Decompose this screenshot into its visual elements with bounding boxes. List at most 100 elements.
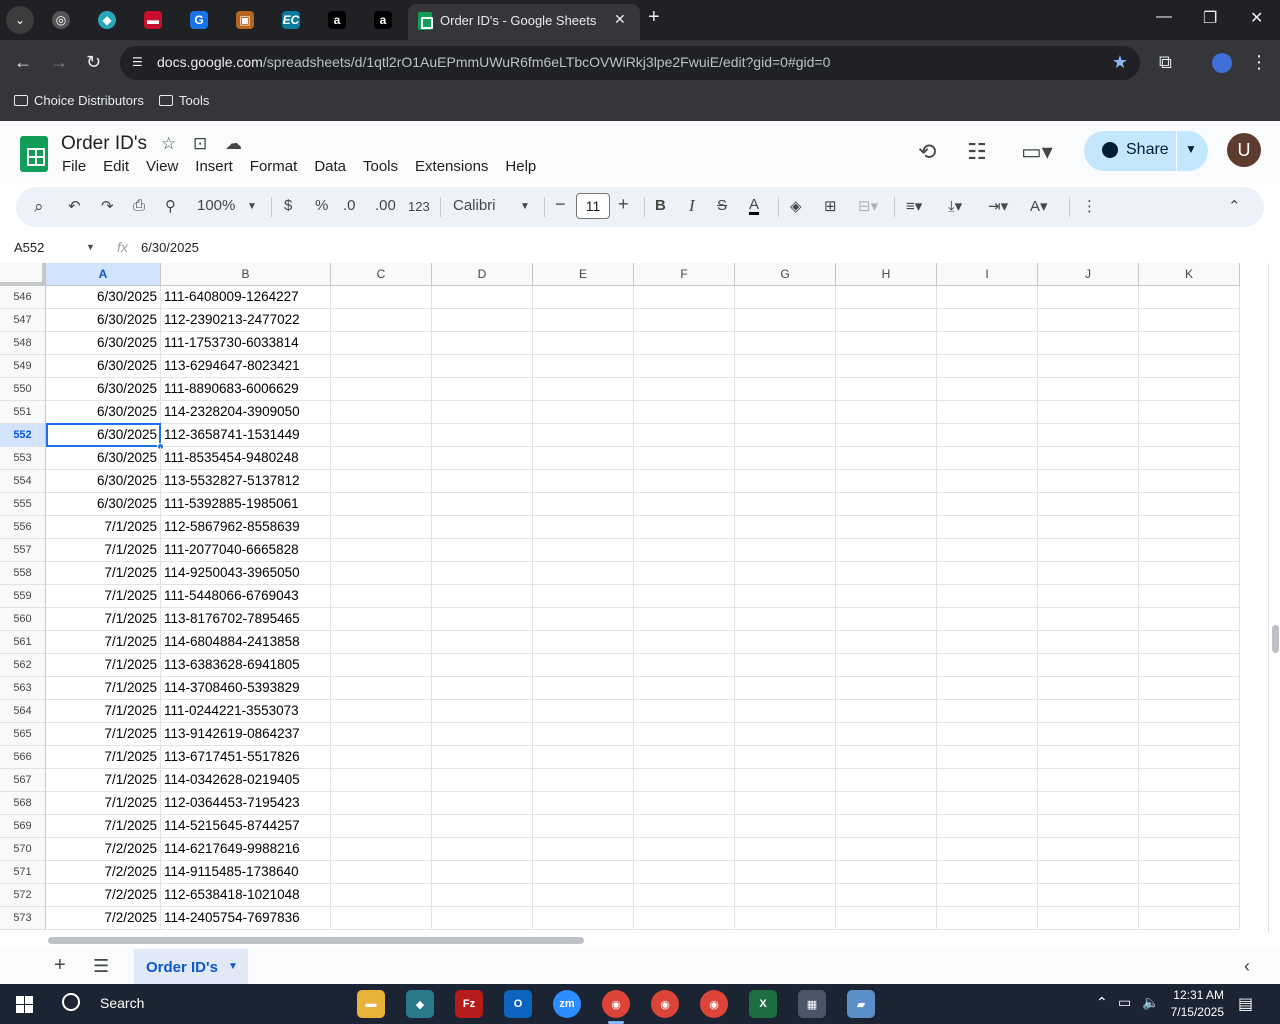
- doc-title[interactable]: Order ID's: [61, 133, 147, 155]
- grid-cell[interactable]: [1038, 700, 1139, 723]
- row-header[interactable]: 560: [0, 608, 46, 631]
- grid-cell[interactable]: [735, 493, 836, 516]
- grid-cell[interactable]: [634, 470, 735, 493]
- calculator-icon[interactable]: ▦: [798, 990, 826, 1018]
- grid-cell[interactable]: [331, 700, 432, 723]
- grid-cell[interactable]: [937, 447, 1038, 470]
- close-window-icon[interactable]: ✕: [1250, 8, 1263, 28]
- taskbar-clock[interactable]: 12:31 AM 7/15/2025: [1158, 987, 1224, 1021]
- grid-cell[interactable]: [432, 792, 533, 815]
- horizontal-align-icon[interactable]: ≡▾: [906, 197, 922, 215]
- chevron-down-icon[interactable]: ▼: [520, 201, 530, 212]
- grid-cell[interactable]: [1139, 861, 1240, 884]
- grid-cell[interactable]: 112-0364453-7195423: [161, 792, 331, 815]
- grid-cell[interactable]: 112-3658741-1531449: [161, 424, 331, 447]
- grid-cell[interactable]: [735, 746, 836, 769]
- decrease-font-size-button[interactable]: −: [555, 194, 566, 215]
- grid-cell[interactable]: 6/30/2025: [46, 309, 161, 332]
- grid-cell[interactable]: [331, 608, 432, 631]
- sheets-logo-icon[interactable]: [20, 136, 48, 172]
- zoom-icon[interactable]: zm: [553, 990, 581, 1018]
- grid-cell[interactable]: 7/1/2025: [46, 769, 161, 792]
- grid-cell[interactable]: [1139, 309, 1240, 332]
- grid-cell[interactable]: [735, 723, 836, 746]
- grid-cell[interactable]: [937, 608, 1038, 631]
- grid-cell[interactable]: [1139, 746, 1240, 769]
- grid-cell[interactable]: 7/1/2025: [46, 562, 161, 585]
- grid-cell[interactable]: 114-9115485-1738640: [161, 861, 331, 884]
- grid-cell[interactable]: [937, 401, 1038, 424]
- grid-cell[interactable]: [634, 539, 735, 562]
- grid-cell[interactable]: 7/2/2025: [46, 884, 161, 907]
- grid-cell[interactable]: 113-6717451-5517826: [161, 746, 331, 769]
- grid-cell[interactable]: 113-8176702-7895465: [161, 608, 331, 631]
- version-history-icon[interactable]: ⟲: [918, 139, 936, 165]
- menu-format[interactable]: Format: [250, 158, 298, 175]
- app-icon[interactable]: ◆: [406, 990, 434, 1018]
- grid-cell[interactable]: [1038, 884, 1139, 907]
- excel-icon[interactable]: X: [749, 990, 777, 1018]
- grid-cell[interactable]: [1038, 861, 1139, 884]
- taskbar-search-label[interactable]: Search: [100, 995, 144, 1011]
- undo-icon[interactable]: ↶: [68, 197, 81, 215]
- column-header-h[interactable]: H: [836, 263, 937, 286]
- chrome-icon[interactable]: ◉: [700, 990, 728, 1018]
- grid-cell[interactable]: [937, 493, 1038, 516]
- grid-cell[interactable]: [836, 608, 937, 631]
- pinned-tab-1[interactable]: ◎: [38, 0, 84, 40]
- row-header[interactable]: 554: [0, 470, 46, 493]
- grid-cell[interactable]: [735, 792, 836, 815]
- print-icon[interactable]: ⎙: [133, 197, 145, 214]
- currency-format-button[interactable]: $: [284, 197, 292, 214]
- grid-cell[interactable]: [331, 723, 432, 746]
- grid-cell[interactable]: [634, 286, 735, 309]
- menu-tools[interactable]: Tools: [363, 158, 398, 175]
- grid-cell[interactable]: [735, 815, 836, 838]
- font-select[interactable]: Calibri: [453, 197, 496, 214]
- cloud-status-icon[interactable]: ☁: [225, 134, 242, 154]
- grid-cell[interactable]: [331, 861, 432, 884]
- grid-cell[interactable]: 112-6538418-1021048: [161, 884, 331, 907]
- grid-cell[interactable]: [1139, 470, 1240, 493]
- grid-cell[interactable]: [937, 700, 1038, 723]
- grid-cell[interactable]: [432, 815, 533, 838]
- grid-cell[interactable]: [1038, 286, 1139, 309]
- grid-cell[interactable]: [836, 516, 937, 539]
- grid-cell[interactable]: [1038, 378, 1139, 401]
- grid-cell[interactable]: [735, 447, 836, 470]
- grid-cell[interactable]: [937, 332, 1038, 355]
- grid-cell[interactable]: [533, 792, 634, 815]
- grid-cell[interactable]: [735, 470, 836, 493]
- grid-cell[interactable]: [634, 401, 735, 424]
- active-tab[interactable]: Order ID's - Google Sheets ✕: [408, 4, 640, 40]
- grid-cell[interactable]: [331, 792, 432, 815]
- strikethrough-icon[interactable]: S: [717, 197, 727, 214]
- notifications-icon[interactable]: ▤: [1238, 994, 1253, 1014]
- grid-cell[interactable]: [1038, 424, 1139, 447]
- grid-cell[interactable]: [634, 562, 735, 585]
- vertical-scrollbar[interactable]: [1268, 263, 1280, 933]
- grid-cell[interactable]: [1038, 539, 1139, 562]
- grid-cell[interactable]: [1038, 585, 1139, 608]
- tab-search-button[interactable]: ⌄: [6, 6, 34, 34]
- grid-cell[interactable]: 6/30/2025: [46, 355, 161, 378]
- volume-icon[interactable]: 🔈: [1142, 994, 1159, 1011]
- grid-cell[interactable]: [937, 815, 1038, 838]
- pinned-tab-2[interactable]: ◆: [84, 0, 130, 40]
- grid-cell[interactable]: 114-2328204-3909050: [161, 401, 331, 424]
- pinned-tab-6[interactable]: EC: [268, 0, 314, 40]
- grid-cell[interactable]: [937, 654, 1038, 677]
- grid-cell[interactable]: [331, 493, 432, 516]
- reload-icon[interactable]: ↻: [86, 52, 101, 73]
- row-header[interactable]: 567: [0, 769, 46, 792]
- grid-cell[interactable]: [836, 792, 937, 815]
- grid-cell[interactable]: [331, 562, 432, 585]
- select-all-corner[interactable]: [0, 263, 46, 286]
- grid-cell[interactable]: 6/30/2025: [46, 286, 161, 309]
- grid-cell[interactable]: [432, 332, 533, 355]
- grid-cell[interactable]: [836, 838, 937, 861]
- grid-cell[interactable]: [836, 861, 937, 884]
- grid-cell[interactable]: [331, 585, 432, 608]
- grid-cell[interactable]: 7/1/2025: [46, 677, 161, 700]
- grid-cell[interactable]: [331, 838, 432, 861]
